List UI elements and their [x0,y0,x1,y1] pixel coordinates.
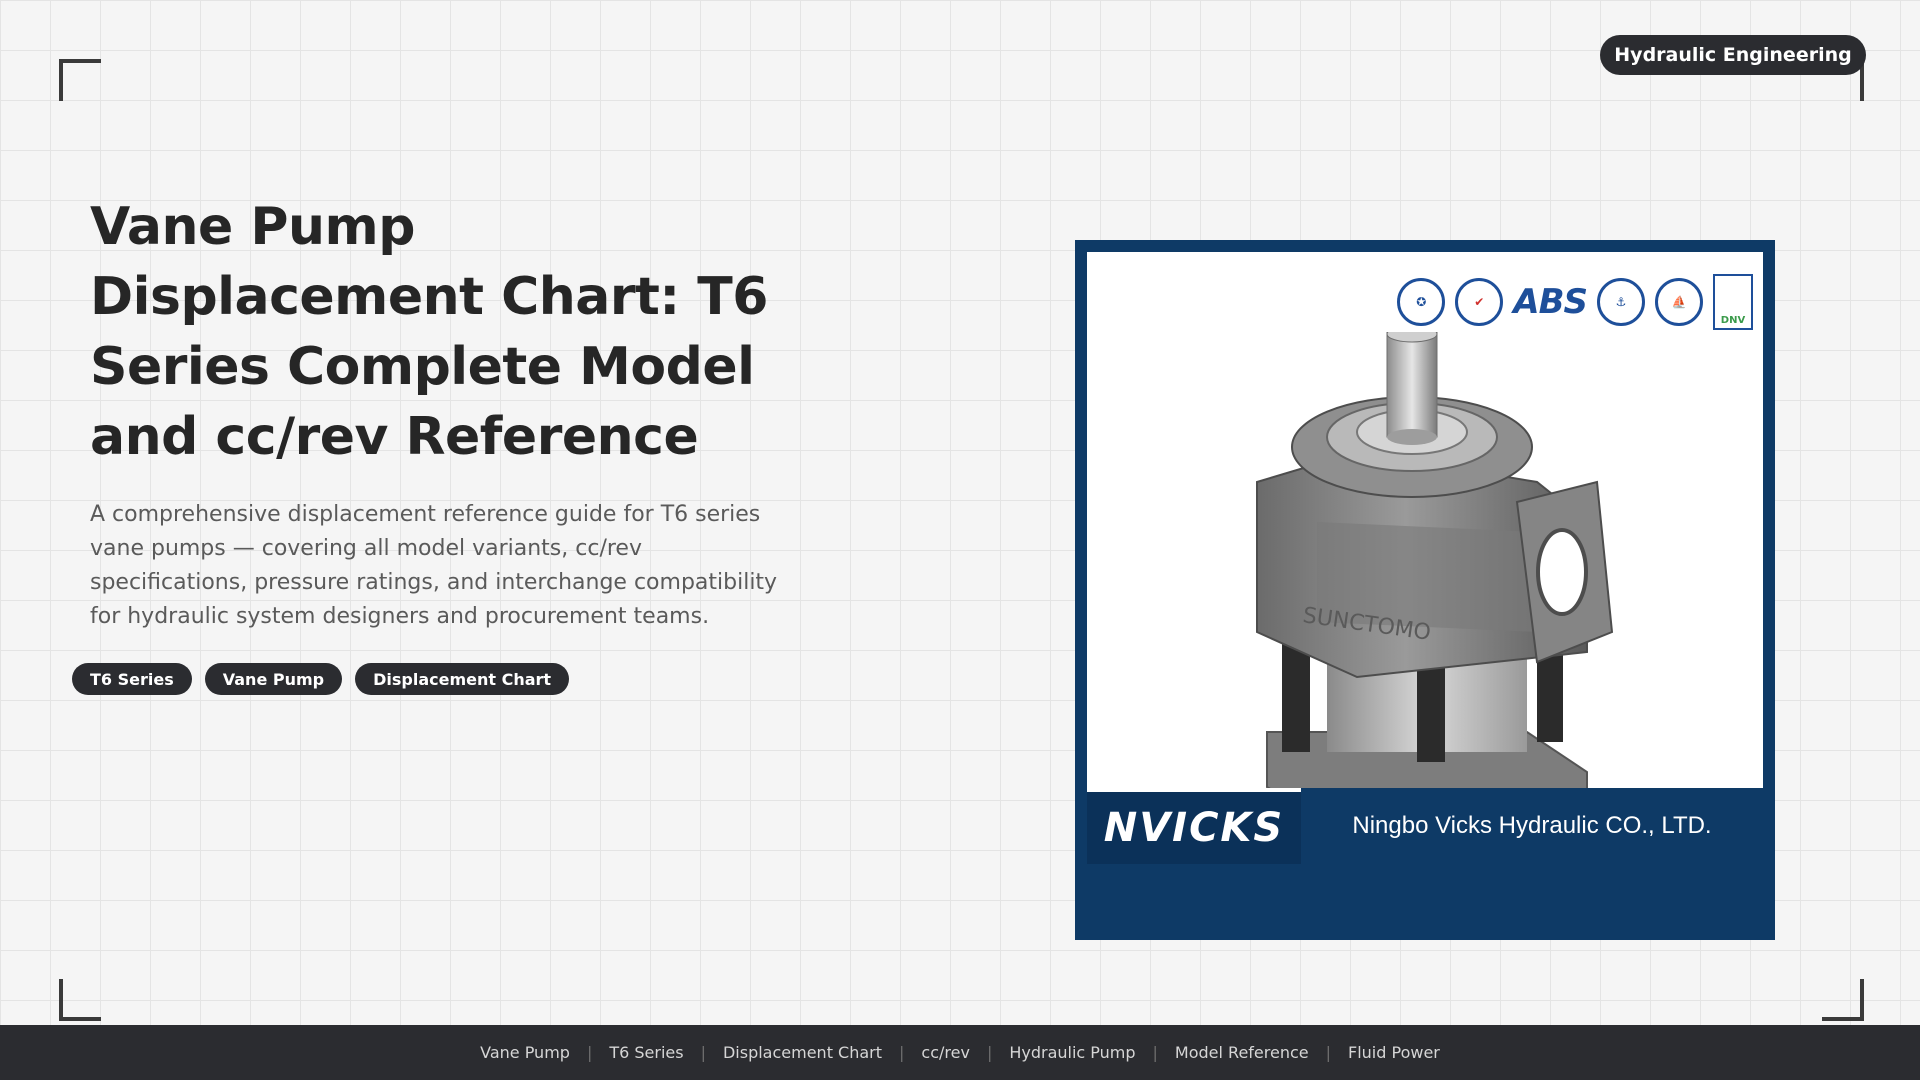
footer-link-displacement-chart[interactable]: Displacement Chart [706,1043,899,1062]
tag-t6-series[interactable]: T6 Series [72,663,192,695]
product-image: ✪ ✔ ABS ⚓ ⛵ DNV SUNCTOMO NVICKS Ningbo V… [1075,240,1775,940]
brand-logo: NVICKS [1087,788,1301,864]
footer-link-t6-series[interactable]: T6 Series [592,1043,700,1062]
brand-bar: NVICKS Ningbo Vicks Hydraulic CO., LTD. [1087,788,1763,864]
product-photo: ✪ ✔ ABS ⚓ ⛵ DNV SUNCTOMO NVICKS Ningbo V… [1087,252,1763,864]
footer-link-hydraulic-pump[interactable]: Hydraulic Pump [992,1043,1152,1062]
footer-link-model-reference[interactable]: Model Reference [1158,1043,1326,1062]
cert-dnv-logo: DNV [1713,274,1753,330]
corner-bracket-bottom-right [1822,979,1864,1021]
cert-ship-icon: ⛵ [1655,278,1703,326]
vane-pump-illustration: SUNCTOMO [1256,332,1614,850]
tag-vane-pump[interactable]: Vane Pump [204,663,343,695]
cert-check-icon: ✔ [1455,278,1504,326]
cert-seal-icon: ✪ [1397,278,1446,326]
certification-logos: ✪ ✔ ABS ⚓ ⛵ DNV [1397,274,1753,330]
category-badge[interactable]: Hydraulic Engineering [1600,35,1866,75]
page-description: A comprehensive displacement reference g… [90,502,778,629]
cert-anchor-icon: ⚓ [1597,278,1645,326]
tag-displacement-chart[interactable]: Displacement Chart [355,663,570,695]
corner-bracket-bottom-left [59,979,101,1021]
corner-bracket-top-left [59,59,101,101]
page-title: Vane Pump Displacement Chart: T6 Series … [90,197,768,467]
footer-link-cc-rev[interactable]: cc/rev [904,1043,987,1062]
company-name: Ningbo Vicks Hydraulic CO., LTD. [1352,812,1712,839]
footer-link-vane-pump[interactable]: Vane Pump [463,1043,587,1062]
cert-abs-logo: ABS [1513,282,1588,322]
footer-link-fluid-power[interactable]: Fluid Power [1331,1043,1457,1062]
tag-list: T6 Series Vane Pump Displacement Chart [72,663,570,695]
footer-keyword-bar: Vane Pump | T6 Series | Displacement Cha… [0,1025,1920,1080]
